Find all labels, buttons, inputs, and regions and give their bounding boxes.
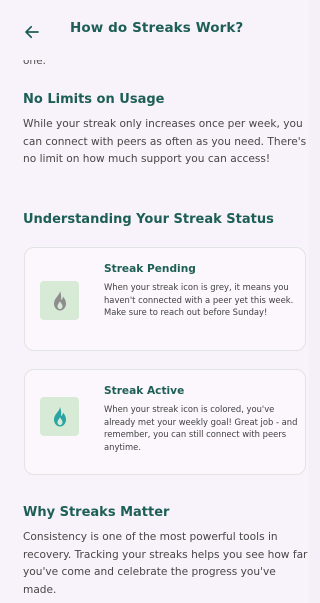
card-title-streak-pending: Streak Pending	[104, 263, 196, 275]
section-body-why-streaks: Consistency is one of the most powerful …	[23, 531, 308, 596]
streaks-info-screen: How do Streaks Work? one. No Limits on U…	[0, 0, 309, 603]
arrow-left-icon	[25, 25, 39, 39]
back-button[interactable]	[20, 20, 44, 44]
scroll-content[interactable]: one. No Limits on Usage While your strea…	[0, 48, 309, 603]
grey-flame-icon	[53, 290, 66, 310]
section-title-no-limits: No Limits on Usage	[23, 92, 165, 107]
streak-pending-icon-box	[40, 281, 79, 320]
section-title-streak-status: Understanding Your Streak Status	[23, 212, 274, 227]
app-bar: How do Streaks Work?	[0, 0, 309, 60]
card-title-streak-active: Streak Active	[104, 385, 185, 397]
section-title-why-streaks: Why Streaks Matter	[23, 505, 170, 520]
streak-active-icon-box	[40, 397, 79, 436]
page-title: How do Streaks Work?	[70, 20, 244, 36]
teal-flame-icon	[53, 406, 66, 426]
card-text-streak-active: When your streak icon is colored, you've…	[104, 404, 298, 452]
card-streak-pending: Streak Pending When your streak icon is …	[24, 247, 306, 351]
card-text-streak-pending: When your streak icon is grey, it means …	[104, 282, 294, 317]
section-body-no-limits: While your streak only increases once pe…	[23, 118, 307, 165]
card-streak-active: Streak Active When your streak icon is c…	[24, 369, 306, 475]
